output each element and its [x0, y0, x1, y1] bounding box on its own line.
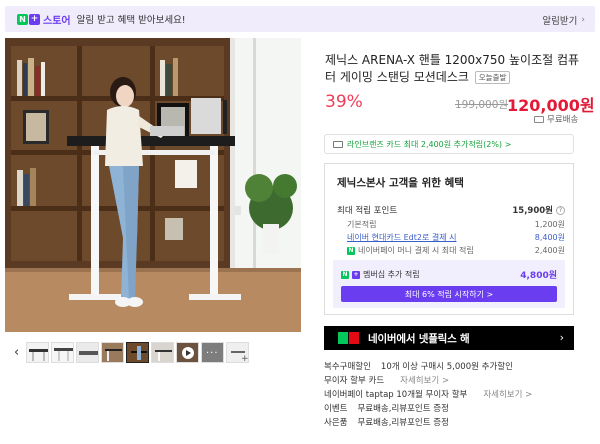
hyundai-card-points-row[interactable]: 네이버 현대카드 Edt2로 결제 시 8,400원 — [337, 232, 565, 243]
membership-start-button[interactable]: 최대 6% 적립 시작하기 > — [341, 286, 557, 302]
main-product-image[interactable] — [5, 38, 301, 332]
membership-box: N + 멤버십 추가 적립 4,800원 최대 6% 적립 시작하기 > — [333, 260, 565, 308]
notification-bar: N + 스토어 알림 받고 혜택 받아보세요! 알림받기 › — [5, 6, 595, 32]
chevron-right-icon: › — [581, 15, 585, 25]
gift-row: 사은품 무료배송,리뷰포인트 증정 — [324, 416, 449, 428]
netflix-banner-text: 네이버에서 넷플릭스 해 — [368, 332, 470, 345]
naver-n-icon: N — [341, 270, 349, 279]
shipping-info: 무료배송 — [534, 113, 578, 125]
chevron-right-icon: › — [559, 331, 564, 344]
max-points-label: 최대 적립 포인트 — [337, 206, 398, 216]
original-price: 199,000원 — [455, 99, 509, 111]
product-photo — [5, 38, 301, 332]
installment-card-key: 무이자 할부 카드 — [324, 376, 385, 386]
bulk-discount-row: 복수구매할인 10개 이상 구매시 5,000원 추가할인 — [324, 360, 513, 372]
more-dots-icon: ··· — [206, 347, 219, 359]
max-points-row: 최대 적립 포인트 15,900원 ? — [337, 204, 565, 216]
card-promo-text: 라인브랜즈 카드 최대 2,400원 추가적립(2%) > — [347, 139, 512, 149]
membership-label: 멤버십 추가 적립 — [363, 270, 420, 279]
basic-points-label: 기본적립 — [347, 220, 377, 229]
truck-icon — [534, 115, 544, 123]
credit-card-icon — [333, 140, 343, 148]
plus-icon: + — [29, 13, 40, 25]
basic-points-value: 1,200원 — [534, 220, 565, 229]
thumbnail-strip: ‹ ··· + — [14, 341, 304, 363]
benefit-title: 제닉스본사 고객을 위한 혜택 — [337, 177, 464, 189]
benefit-panel: 제닉스본사 고객을 위한 혜택 최대 적립 포인트 15,900원 ? 기본적립… — [324, 163, 574, 315]
chevron-left-icon[interactable]: ‹ — [14, 345, 26, 360]
subscribe-alert-button[interactable]: 알림받기 › — [542, 13, 585, 27]
store-label: 스토어 — [43, 15, 71, 27]
card-promo-link[interactable]: 라인브랜즈 카드 최대 2,400원 추가적립(2%) > — [324, 134, 574, 154]
plus-icon: + — [352, 270, 360, 279]
thumbnail-item-active[interactable] — [126, 341, 149, 363]
event-value: 무료배송,리뷰포인트 증정 — [357, 404, 449, 414]
membership-row: N + 멤버십 추가 적립 4,800원 — [341, 268, 557, 281]
installment-card-link[interactable]: 자세히보기 > — [400, 374, 449, 386]
same-day-shipping-badge: 오늘출발 — [474, 71, 511, 84]
bulk-discount-value: 10개 이상 구매시 5,000원 추가할인 — [380, 362, 513, 372]
membership-value: 4,800원 — [520, 271, 557, 281]
taptap-installment-key: 네이버페이 taptap 10개월 무이자 할부 — [324, 390, 468, 400]
gift-key: 사은품 — [324, 418, 348, 428]
netflix-logo-icon — [338, 330, 360, 346]
netflix-banner[interactable]: 네이버에서 넷플릭스 해 › — [324, 326, 574, 350]
basic-points-row: 기본적립 1,200원 — [337, 219, 565, 230]
notification-message: 알림 받고 혜택 받아보세요! — [76, 15, 186, 26]
gift-value: 무료배송,리뷰포인트 증정 — [357, 418, 449, 428]
installment-card-row: 무이자 할부 카드 자세히보기 > — [324, 374, 449, 386]
hyundai-card-points-label[interactable]: 네이버 현대카드 Edt2로 결제 시 — [347, 232, 457, 243]
product-title: 제닉스 ARENA-X 핸틀 1200x750 높이조절 컴퓨터 게이밍 스탠딩… — [325, 52, 587, 86]
naver-n-icon: N — [347, 246, 355, 255]
shipping-label: 무료배송 — [547, 115, 579, 125]
help-icon[interactable]: ? — [556, 205, 565, 215]
taptap-installment-link[interactable]: 자세히보기 > — [483, 388, 532, 400]
thumbnail-item[interactable] — [26, 341, 49, 363]
play-icon — [182, 346, 194, 359]
hyundai-card-points-value: 8,400원 — [534, 233, 565, 242]
npay-money-points-row[interactable]: N 네이버페이 머니 결제 시 최대 적립 2,400원 — [337, 245, 565, 256]
npay-money-points-label: 네이버페이 머니 결제 시 최대 적립 — [358, 246, 474, 255]
max-points-value: 15,900원 — [512, 206, 553, 216]
naver-n-icon: N — [17, 13, 28, 25]
npay-money-points-value: 2,400원 — [534, 246, 565, 255]
thumbnail-item[interactable] — [151, 341, 174, 363]
thumbnail-item[interactable] — [76, 341, 99, 363]
thumbnail-item[interactable] — [101, 341, 124, 363]
svg-text:+: + — [241, 354, 249, 363]
thumbnail-item[interactable] — [51, 341, 74, 363]
bulk-discount-key: 복수구매할인 — [324, 362, 371, 372]
subscribe-alert-label: 알림받기 — [542, 16, 578, 27]
naver-plus-store-logo[interactable]: N + 스토어 — [17, 12, 71, 27]
event-key: 이벤트 — [324, 404, 348, 414]
thumbnail-item[interactable]: + — [226, 341, 249, 363]
taptap-installment-row: 네이버페이 taptap 10개월 무이자 할부 자세히보기 > — [324, 388, 532, 400]
event-row: 이벤트 무료배송,리뷰포인트 증정 — [324, 402, 449, 414]
thumbnail-more[interactable]: ··· — [201, 341, 224, 363]
product-title-text: 제닉스 ARENA-X 핸틀 1200x750 높이조절 컴퓨터 게이밍 스탠딩… — [325, 53, 580, 84]
thumbnail-video[interactable] — [176, 341, 199, 363]
discount-rate: 39% — [325, 92, 363, 112]
